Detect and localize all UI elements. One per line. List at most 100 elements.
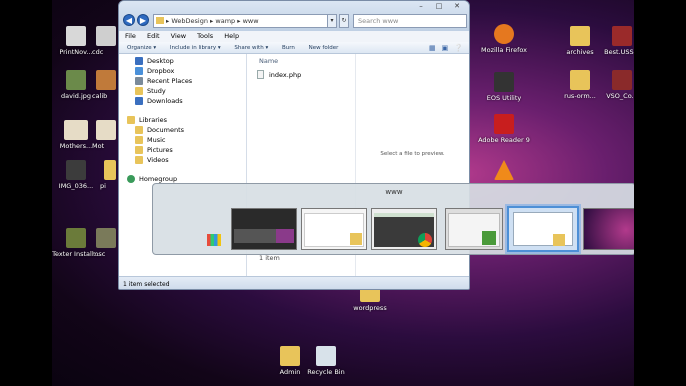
folder-icon — [104, 160, 116, 180]
burn-button[interactable]: Burn — [282, 45, 295, 51]
file-icon — [96, 120, 116, 140]
app-icon — [482, 231, 496, 245]
include-in-library-button[interactable]: Include in library ▾ — [170, 45, 221, 51]
nav-item-videos[interactable]: Videos — [135, 155, 169, 165]
switcher-thumb-desktop-peek[interactable] — [583, 208, 634, 250]
back-button[interactable]: ◀ — [123, 14, 135, 26]
desktop-icon-vlc[interactable] — [476, 160, 532, 182]
nav-item-pictures[interactable]: Pictures — [135, 145, 173, 155]
folder-icon — [553, 234, 565, 246]
window-titlebar[interactable]: – □ ✕ ◀ ▶ ▸ WebDesign ▸ wamp ▸ www ▾ ↻ S… — [119, 1, 469, 31]
installer-icon — [66, 228, 86, 248]
refresh-button[interactable]: ↻ — [339, 14, 349, 28]
nav-item-study[interactable]: Study — [135, 86, 166, 96]
dropbox-icon — [135, 67, 143, 75]
command-bar: Organize ▾ Include in library ▾ Share wi… — [119, 42, 469, 54]
file-row[interactable]: index.php — [257, 70, 301, 80]
desktop-icon-firefox[interactable]: Mozilla Firefox — [476, 24, 532, 54]
installer-icon — [96, 228, 116, 248]
switcher-title: www — [385, 188, 403, 196]
desktop-icon-partial[interactable]: pi — [100, 160, 118, 190]
menu-edit[interactable]: Edit — [147, 32, 160, 40]
desktop-icon-adobe-reader[interactable]: Adobe Reader 9 — [476, 114, 532, 144]
task-switcher[interactable]: www — [152, 183, 634, 255]
folder-icon — [570, 70, 590, 90]
nav-item-recent-places[interactable]: Recent Places — [135, 76, 192, 86]
vlc-icon — [494, 160, 514, 180]
menu-tools[interactable]: Tools — [197, 32, 213, 40]
switcher-thumb-image-viewer[interactable] — [231, 208, 297, 250]
organize-button[interactable]: Organize ▾ — [127, 45, 156, 51]
homegroup-icon — [127, 175, 135, 183]
forward-button[interactable]: ▶ — [137, 14, 149, 26]
desktop: PrintNov... david.jpg Mothers... IMG_036… — [52, 0, 634, 386]
downloads-icon — [135, 97, 143, 105]
view-controls: ▦ ▣ ❔ — [423, 44, 463, 52]
minimize-button[interactable]: – — [413, 1, 429, 11]
nav-item-libraries[interactable]: Libraries — [127, 115, 167, 125]
documents-icon — [135, 126, 143, 134]
nav-item-dropbox[interactable]: Dropbox — [135, 66, 174, 76]
item-count: 1 item — [259, 254, 280, 262]
archive-icon — [612, 70, 632, 90]
nav-item-desktop[interactable]: Desktop — [135, 56, 174, 66]
desktop-icon-img-036[interactable]: IMG_036... — [52, 160, 104, 190]
preview-pane-icon[interactable]: ▣ — [442, 44, 449, 52]
pdf-icon — [494, 114, 514, 134]
folder-icon — [156, 17, 164, 24]
folder-icon — [570, 26, 590, 46]
menu-view[interactable]: View — [171, 32, 186, 40]
address-dropdown-button[interactable]: ▾ — [327, 14, 337, 28]
desktop-icon-partial[interactable]: msc — [92, 228, 118, 258]
menu-file[interactable]: File — [125, 32, 136, 40]
menu-help[interactable]: Help — [224, 32, 239, 40]
status-bar: 1 item selected — [119, 276, 469, 289]
desktop-icon-partial[interactable]: calib — [92, 70, 118, 100]
breadcrumb-wamp[interactable]: wamp — [215, 17, 235, 25]
file-icon — [96, 70, 116, 90]
image-icon — [66, 70, 86, 90]
thumbnail-preview — [276, 229, 294, 243]
share-with-button[interactable]: Share with ▾ — [234, 45, 268, 51]
menu-bar: File Edit View Tools Help — [119, 31, 469, 42]
breadcrumb-webdesign[interactable]: WebDesign — [171, 17, 208, 25]
maximize-button[interactable]: □ — [431, 1, 447, 11]
nav-item-downloads[interactable]: Downloads — [135, 96, 183, 106]
chrome-icon — [418, 233, 432, 247]
desktop-icon-partial[interactable]: Mot — [92, 120, 118, 150]
help-icon[interactable]: ❔ — [454, 44, 463, 52]
videos-icon — [135, 156, 143, 164]
recycle-bin-icon — [316, 346, 336, 366]
file-icon — [96, 26, 116, 46]
letterbox-right — [634, 0, 686, 386]
desktop-icon-partial[interactable]: cdc — [92, 26, 118, 56]
views-icon[interactable]: ▦ — [429, 44, 436, 52]
thumbnail-preview — [584, 209, 634, 249]
php-file-icon — [257, 70, 264, 79]
search-input[interactable]: Search www — [353, 14, 467, 28]
folder-icon — [350, 233, 362, 245]
column-header-name[interactable]: Name — [259, 57, 278, 65]
switcher-thumb-explorer[interactable] — [301, 208, 367, 250]
switcher-thumb-app[interactable] — [445, 208, 503, 250]
new-folder-button[interactable]: New folder — [309, 45, 339, 51]
breadcrumb-www[interactable]: www — [243, 17, 259, 25]
switcher-thumb-explorer-www-selected[interactable] — [507, 206, 579, 252]
folder-icon — [135, 87, 143, 95]
nav-item-music[interactable]: Music — [135, 135, 166, 145]
file-icon — [66, 26, 86, 46]
switcher-thumb-chrome[interactable] — [371, 208, 437, 250]
desktop-icon-recycle-bin[interactable]: Recycle Bin — [298, 346, 354, 376]
desktop-icon-vso[interactable]: VSO_Co... — [594, 70, 634, 100]
desktop-icon-best-uss[interactable]: Best.USS... — [594, 26, 634, 56]
desktop-icon-eos-utility[interactable]: EOS Utility — [476, 72, 532, 102]
preview-message: Select a file to preview. — [380, 151, 445, 157]
switcher-thumb-desktop[interactable] — [157, 208, 229, 250]
camera-icon — [494, 72, 514, 92]
nav-item-documents[interactable]: Documents — [135, 125, 184, 135]
close-button[interactable]: ✕ — [447, 1, 467, 11]
folder-icon — [280, 346, 300, 366]
pictures-icon — [135, 146, 143, 154]
address-bar[interactable]: ▸ WebDesign ▸ wamp ▸ www — [153, 14, 335, 28]
firefox-icon — [494, 24, 514, 44]
